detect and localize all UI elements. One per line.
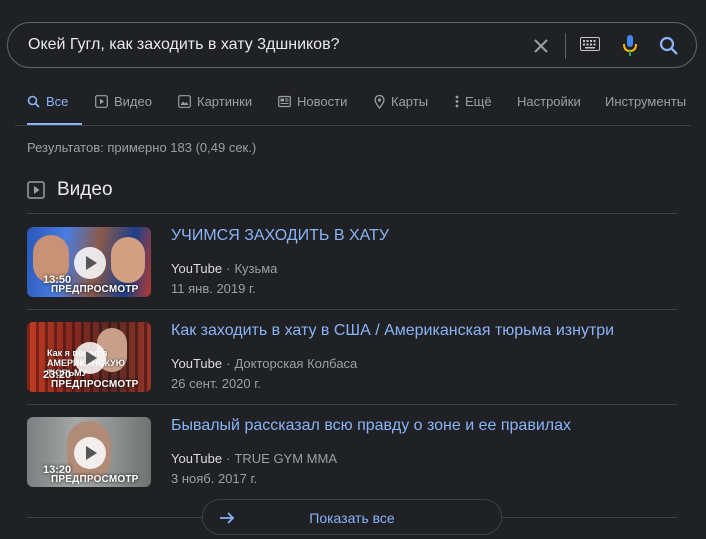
- show-all-button[interactable]: Показать все: [202, 499, 502, 535]
- video-thumbnail[interactable]: 13:50 ПРЕДПРОСМОТР: [27, 227, 151, 297]
- video-meta: YouTube · Кузьма: [171, 261, 277, 276]
- divider: [27, 213, 677, 214]
- tab-maps[interactable]: Карты: [374, 88, 428, 126]
- video-meta: YouTube · TRUE GYM MMA: [171, 451, 337, 466]
- video-source: YouTube: [171, 356, 223, 371]
- section-title: Видео: [57, 179, 113, 200]
- play-icon: [74, 247, 106, 279]
- tab-all[interactable]: Все: [27, 88, 82, 126]
- tab-label: Ещё: [465, 94, 492, 109]
- close-icon[interactable]: [530, 35, 552, 57]
- video-source: YouTube: [171, 261, 223, 276]
- show-all-label: Показать все: [309, 510, 395, 526]
- tab-images[interactable]: Картинки: [178, 88, 252, 126]
- image-icon: [178, 95, 191, 108]
- map-pin-icon: [374, 95, 385, 109]
- preview-label: ПРЕДПРОСМОТР: [51, 379, 139, 390]
- result-stats: Результатов: примерно 183 (0,49 сек.): [27, 140, 257, 155]
- tab-video[interactable]: Видео: [95, 88, 152, 126]
- tab-label: Видео: [114, 94, 152, 109]
- microphone-icon[interactable]: [622, 34, 638, 58]
- video-date: 3 нояб. 2017 г.: [171, 471, 258, 486]
- video-result[interactable]: 13:50 ПРЕДПРОСМОТР УЧИМСЯ ЗАХОДИТЬ В ХАТ…: [27, 227, 677, 299]
- play-icon: [74, 437, 106, 469]
- video-meta: YouTube · Докторская Колбаса: [171, 356, 357, 371]
- tab-label: Настройки: [517, 94, 581, 109]
- tab-settings[interactable]: Настройки: [517, 88, 581, 126]
- search-icon[interactable]: [658, 35, 680, 57]
- tab-label: Карты: [391, 94, 429, 109]
- tab-more[interactable]: Ещё: [455, 88, 492, 126]
- divider: [27, 404, 677, 405]
- video-channel: Кузьма: [234, 261, 278, 276]
- tab-label: Все: [46, 94, 69, 109]
- meta-separator: ·: [226, 356, 231, 371]
- video-result[interactable]: Как я попал в АМЕРИКАНСКУЮ ТЮРЬМУ 23:20 …: [27, 322, 677, 394]
- preview-label: ПРЕДПРОСМОТР: [51, 284, 139, 295]
- video-thumbnail[interactable]: 13:20 ПРЕДПРОСМОТР: [27, 417, 151, 487]
- meta-separator: ·: [226, 261, 231, 276]
- divider: [27, 309, 677, 310]
- play-icon: [74, 342, 106, 374]
- video-source: YouTube: [171, 451, 223, 466]
- tabs-divider: [15, 125, 691, 126]
- tab-news[interactable]: Новости: [278, 88, 347, 126]
- preview-label: ПРЕДПРОСМОТР: [51, 474, 139, 485]
- search-divider: [565, 33, 566, 59]
- video-title-link[interactable]: Как заходить в хату в США / Американская…: [171, 322, 614, 340]
- news-icon: [278, 95, 291, 108]
- play-icon: [95, 95, 108, 108]
- video-thumbnail[interactable]: Как я попал в АМЕРИКАНСКУЮ ТЮРЬМУ 23:20 …: [27, 322, 151, 392]
- more-vert-icon: [455, 95, 459, 108]
- tab-label: Новости: [297, 94, 348, 109]
- video-title-link[interactable]: Бывалый рассказал всю правду о зоне и ее…: [171, 417, 571, 435]
- search-box[interactable]: Окей Гугл, как заходить в хату 3дшников?: [7, 22, 697, 68]
- search-input[interactable]: Окей Гугл, как заходить в хату 3дшников?: [28, 36, 339, 54]
- meta-separator: ·: [226, 451, 231, 466]
- video-channel: Докторская Колбаса: [234, 356, 358, 371]
- tab-tools[interactable]: Инструменты: [605, 88, 686, 126]
- video-channel: TRUE GYM MMA: [234, 451, 337, 466]
- tab-label: Инструменты: [605, 94, 687, 109]
- search-icon: [27, 95, 40, 108]
- video-icon: [27, 181, 45, 199]
- video-date: 11 янв. 2019 г.: [171, 281, 256, 296]
- keyboard-icon[interactable]: [580, 37, 600, 53]
- videos-section-header: Видео: [27, 178, 113, 202]
- video-date: 26 сент. 2020 г.: [171, 376, 262, 391]
- search-tabs: Все Видео Картинки Новости Карты Ещё Нас…: [0, 88, 706, 126]
- tab-label: Картинки: [197, 94, 253, 109]
- video-result[interactable]: 13:20 ПРЕДПРОСМОТР Бывалый рассказал всю…: [27, 417, 677, 489]
- video-title-link[interactable]: УЧИМСЯ ЗАХОДИТЬ В ХАТУ: [171, 227, 389, 245]
